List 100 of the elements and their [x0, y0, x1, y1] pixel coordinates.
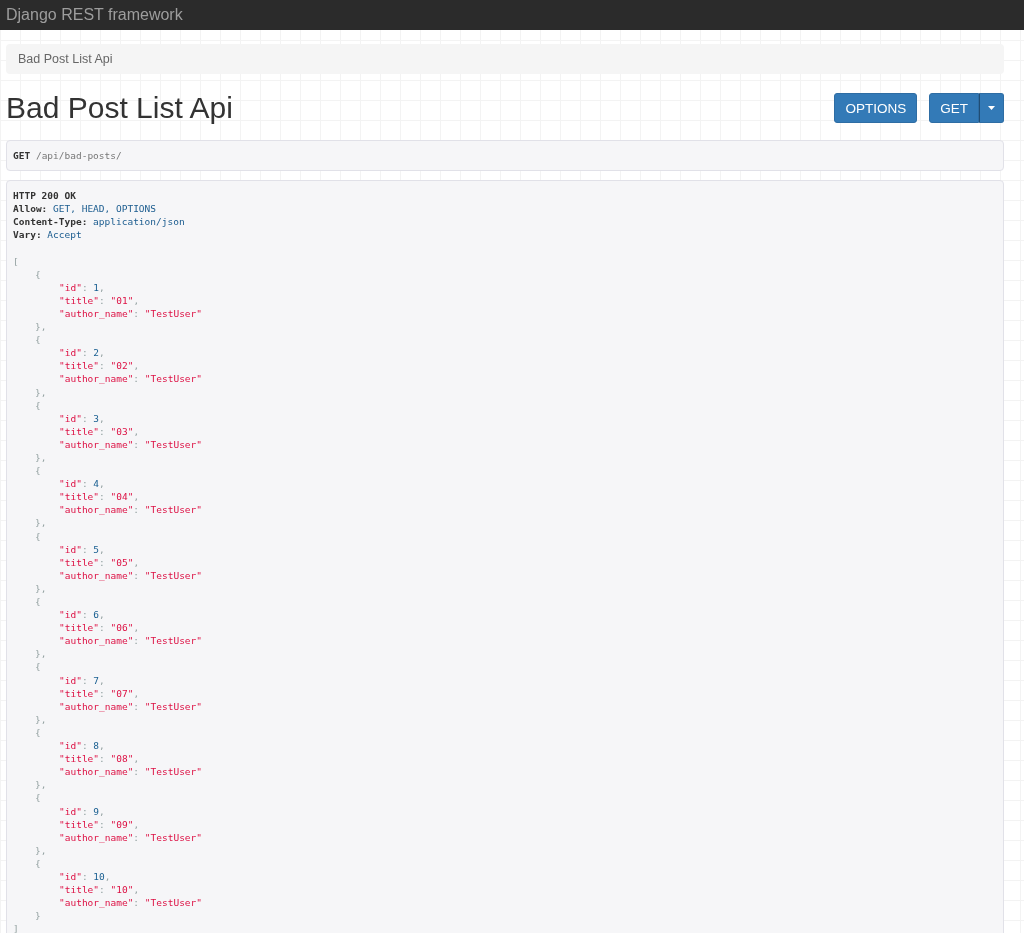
json-key: "id" [59, 740, 82, 752]
json-value: 10 [93, 870, 105, 882]
json-key: "id" [59, 543, 82, 555]
json-value: "08" [110, 753, 134, 765]
json-colon: : [99, 294, 105, 306]
page-title: Bad Post List Api [6, 90, 233, 126]
json-value: "TestUser" [144, 438, 203, 450]
json-key: "author_name" [59, 438, 134, 450]
json-value: 6 [93, 609, 100, 621]
json-colon: : [81, 347, 88, 359]
header-value: GET, HEAD, OPTIONS [53, 203, 156, 215]
header-value: Accept [47, 229, 82, 241]
json-comma: , [99, 478, 105, 490]
json-key: "id" [59, 870, 82, 882]
json-key: "author_name" [59, 831, 134, 843]
json-colon: : [133, 438, 140, 450]
json-brace: { [35, 596, 41, 607]
json-brace: { [35, 661, 41, 673]
json-key: "author_name" [59, 700, 134, 712]
json-key: "id" [59, 805, 82, 817]
json-comma: , [133, 687, 140, 699]
json-value: "TestUser" [144, 831, 203, 843]
header-name: Content-Type: [13, 216, 88, 228]
json-colon: : [99, 687, 105, 699]
json-comma: , [99, 740, 105, 752]
json-brace: } [35, 910, 41, 922]
json-value: "02" [110, 360, 134, 372]
json-brace: }, [35, 582, 47, 594]
json-colon: : [99, 425, 105, 437]
json-value: 1 [93, 281, 100, 293]
json-value: "TestUser" [144, 569, 203, 581]
json-key: "id" [59, 674, 82, 686]
json-value: 7 [93, 674, 100, 686]
json-colon: : [133, 635, 140, 647]
json-value: 4 [93, 478, 100, 490]
get-button[interactable]: GET [929, 93, 979, 123]
json-key: "title" [59, 687, 100, 699]
json-colon: : [81, 805, 88, 817]
json-key: "author_name" [59, 307, 134, 319]
json-brace: { [35, 530, 41, 542]
json-colon: : [133, 766, 140, 778]
json-colon: : [133, 569, 140, 581]
json-colon: : [133, 373, 140, 385]
json-colon: : [81, 412, 88, 424]
json-comma: , [133, 556, 140, 568]
json-brace: { [35, 334, 41, 346]
json-colon: : [81, 478, 88, 490]
json-colon: : [99, 622, 105, 634]
json-comma: , [133, 491, 140, 503]
json-comma: , [133, 622, 140, 634]
json-brace: }, [35, 451, 47, 463]
json-brace: }, [35, 648, 47, 660]
json-value: "01" [110, 294, 134, 306]
brand-link[interactable]: Django REST framework [6, 6, 183, 24]
json-brace: }, [35, 321, 47, 333]
json-comma: , [99, 281, 105, 293]
json-colon: : [81, 543, 88, 555]
request-method: GET [13, 150, 31, 161]
json-comma: , [133, 753, 140, 765]
json-value: "06" [110, 622, 134, 634]
response-status: HTTP 200 OK [13, 190, 76, 202]
json-value: "TestUser" [144, 373, 203, 385]
json-key: "title" [59, 491, 100, 503]
json-value: 3 [93, 412, 100, 424]
json-key: "title" [59, 360, 100, 372]
json-colon: : [133, 307, 140, 319]
json-colon: : [81, 740, 88, 752]
json-key: "id" [59, 281, 82, 293]
json-brace: { [35, 792, 41, 804]
json-brace: }, [35, 844, 47, 856]
json-colon: : [99, 884, 105, 896]
options-button[interactable]: OPTIONS [834, 93, 918, 123]
json-value: "TestUser" [144, 504, 203, 516]
json-comma: , [99, 674, 105, 686]
json-value: 5 [93, 543, 100, 555]
json-key: "id" [59, 347, 82, 359]
caret-icon [988, 106, 995, 110]
json-brace: }, [35, 779, 47, 791]
json-comma: , [99, 412, 105, 424]
json-comma: , [133, 360, 140, 372]
json-comma: , [133, 818, 140, 830]
json-colon: : [81, 281, 88, 293]
json-value: "TestUser" [144, 766, 203, 778]
json-colon: : [81, 870, 88, 882]
json-colon: : [99, 491, 105, 503]
json-colon: : [99, 818, 105, 830]
dropdown-toggle[interactable] [979, 93, 1004, 123]
header-name: Allow: [13, 203, 48, 215]
json-brace: }, [35, 517, 47, 529]
breadcrumb-item[interactable]: Bad Post List Api [18, 52, 113, 66]
json-comma: , [133, 294, 140, 306]
json-colon: : [133, 897, 140, 909]
json-value: 8 [93, 740, 100, 752]
json-colon: : [99, 360, 105, 372]
json-colon: : [99, 753, 105, 765]
json-comma: , [99, 543, 105, 555]
json-key: "author_name" [59, 373, 134, 385]
header-name: Vary: [13, 229, 42, 241]
json-key: "id" [59, 412, 82, 424]
json-value: "TestUser" [144, 635, 203, 647]
